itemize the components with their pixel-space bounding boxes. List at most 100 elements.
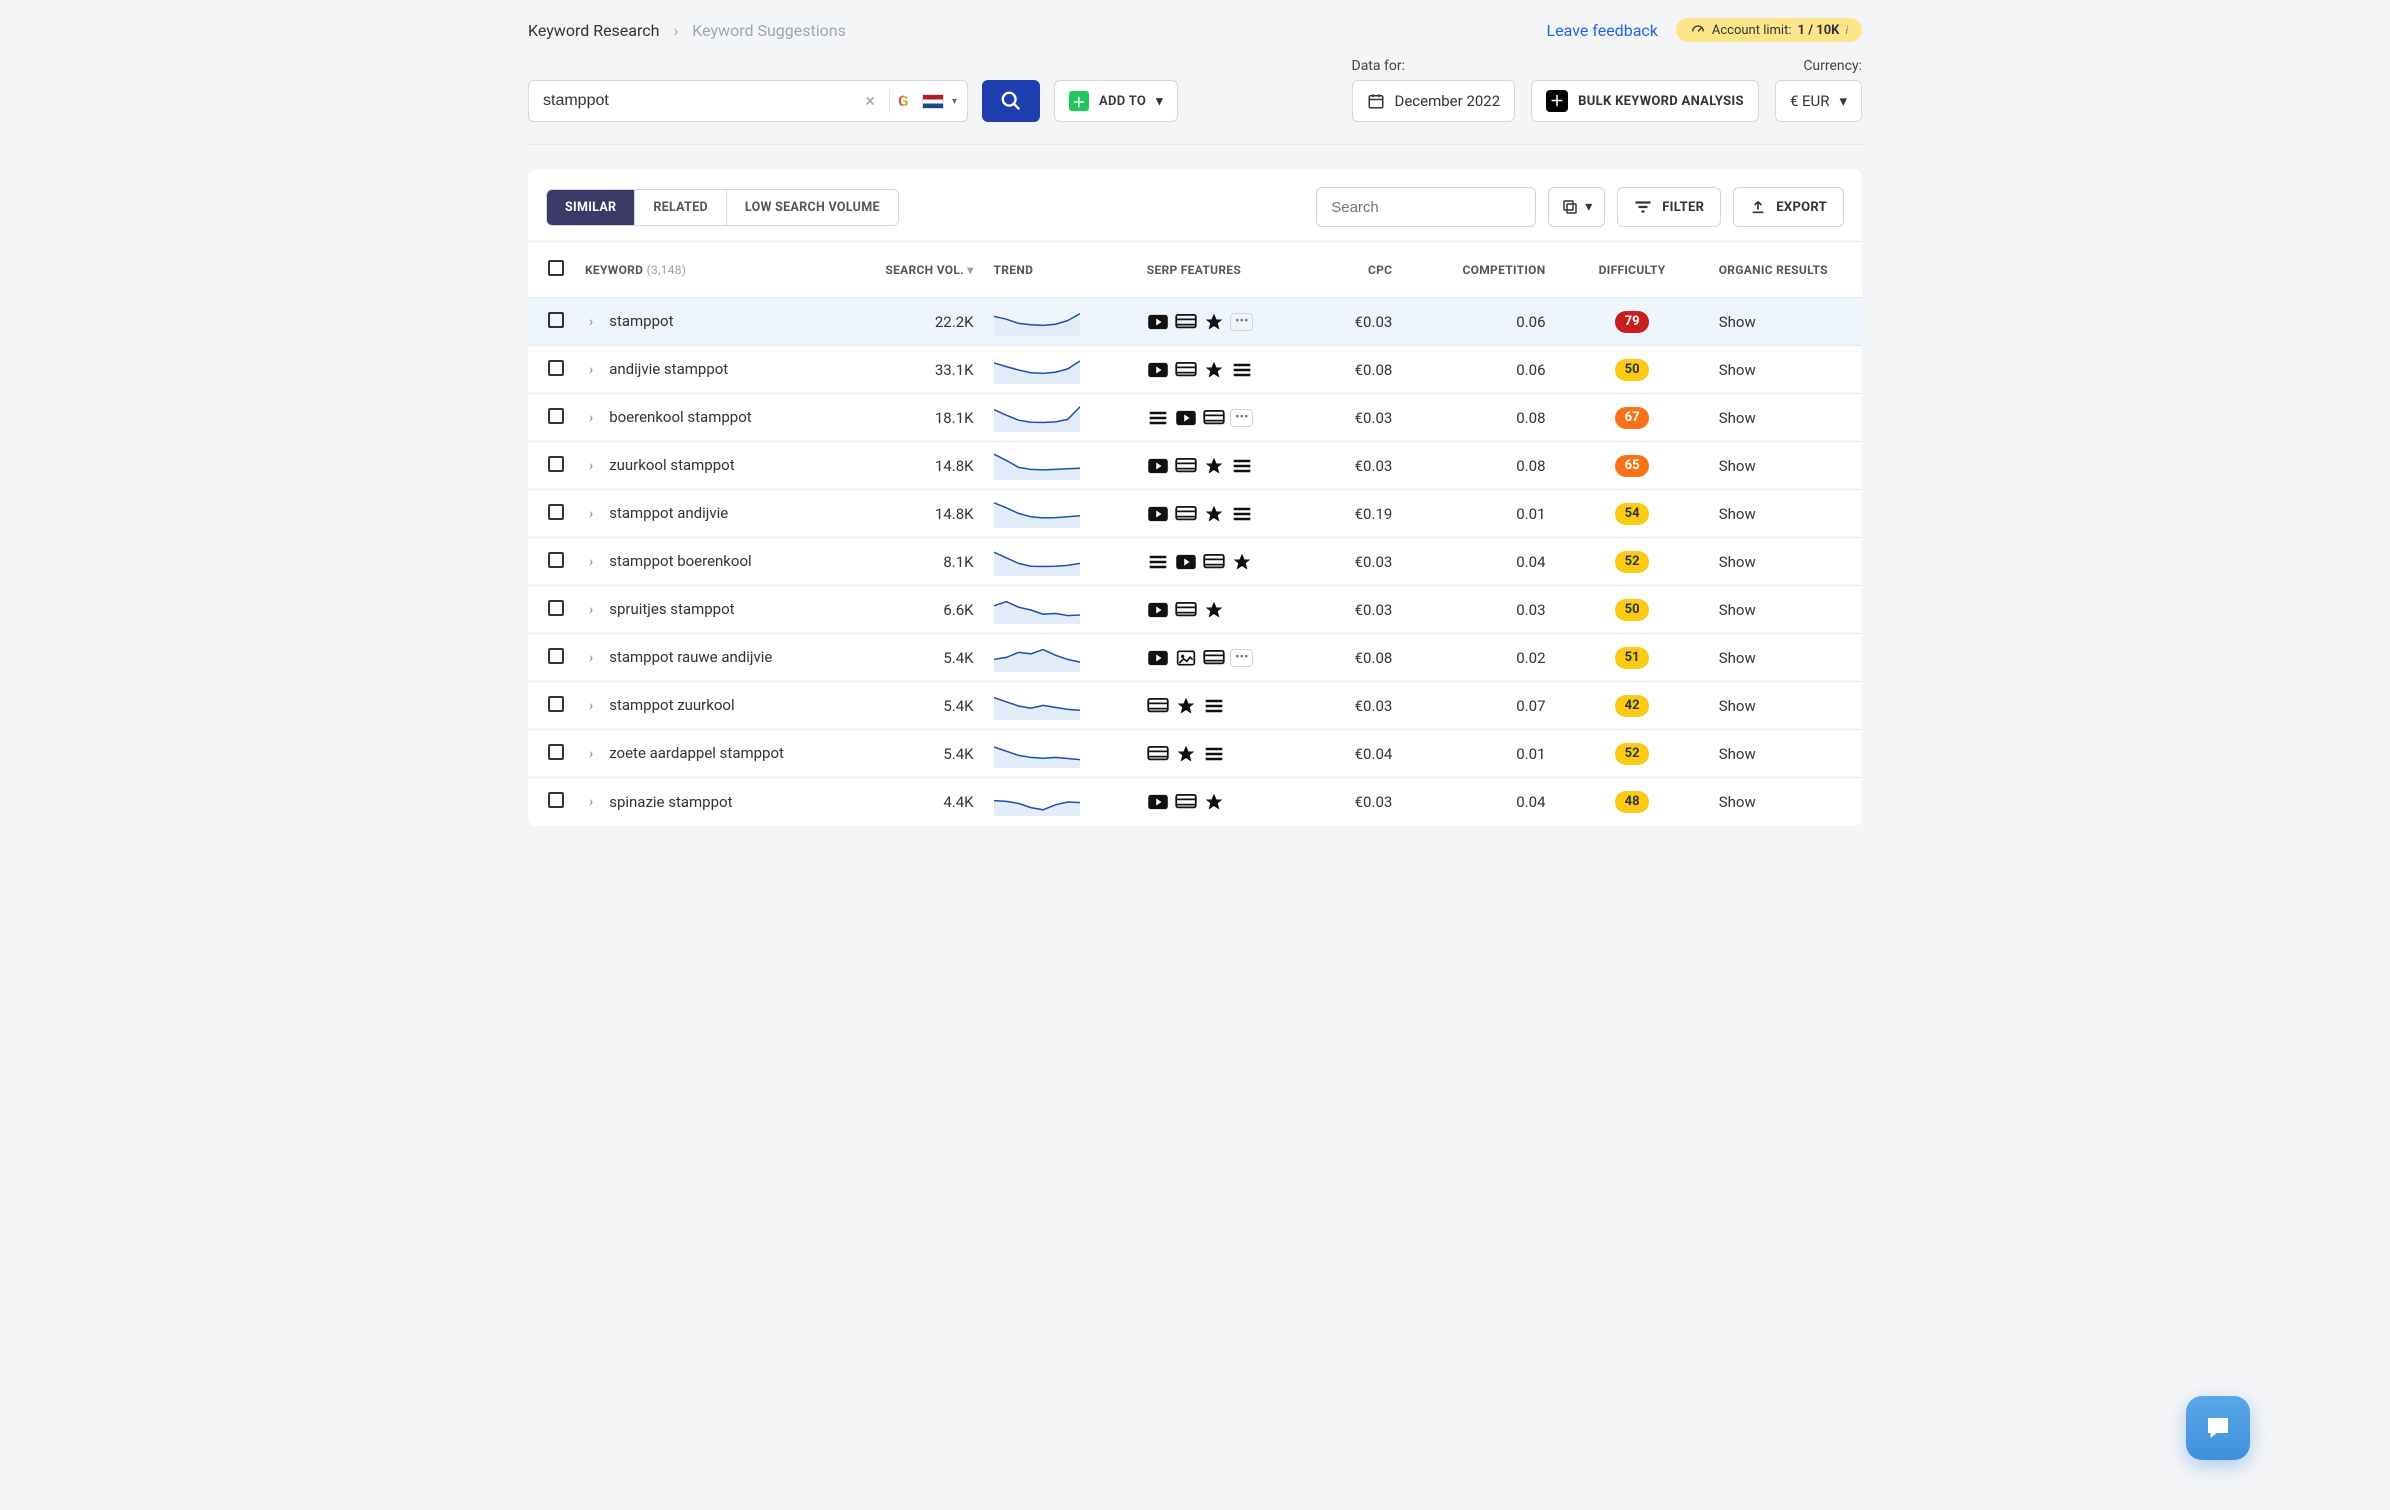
expand-row-icon[interactable]: › xyxy=(585,410,597,426)
tab-related[interactable]: RELATED xyxy=(635,190,727,225)
serp-card-icon[interactable] xyxy=(1175,313,1197,331)
tab-low-volume[interactable]: LOW SEARCH VOLUME xyxy=(727,190,898,225)
trend-sparkline[interactable] xyxy=(994,500,1127,528)
row-checkbox[interactable] xyxy=(548,360,564,376)
filter-button[interactable]: FILTER xyxy=(1617,187,1721,227)
expand-row-icon[interactable]: › xyxy=(585,794,597,810)
trend-sparkline[interactable] xyxy=(994,452,1127,480)
show-organic-link[interactable]: Show xyxy=(1719,361,1756,379)
serp-video-icon[interactable] xyxy=(1175,553,1197,571)
row-checkbox[interactable] xyxy=(548,552,564,568)
trend-sparkline[interactable] xyxy=(994,548,1127,576)
serp-list-icon[interactable] xyxy=(1147,409,1169,427)
col-competition[interactable]: COMPETITION xyxy=(1463,263,1546,277)
serp-star-icon[interactable] xyxy=(1203,457,1225,475)
serp-card-icon[interactable] xyxy=(1147,697,1169,715)
serp-list-icon[interactable] xyxy=(1231,361,1253,379)
select-all-checkbox[interactable] xyxy=(548,260,564,276)
col-organic[interactable]: ORGANIC RESULTS xyxy=(1719,263,1828,277)
serp-star-icon[interactable] xyxy=(1203,361,1225,379)
bulk-analysis-button[interactable]: ＋ BULK KEYWORD ANALYSIS xyxy=(1531,80,1759,122)
keyword-label[interactable]: spinazie stamppot xyxy=(609,794,732,811)
col-keyword[interactable]: KEYWORD xyxy=(585,263,643,277)
row-checkbox[interactable] xyxy=(548,504,564,520)
expand-row-icon[interactable]: › xyxy=(585,650,597,666)
show-organic-link[interactable]: Show xyxy=(1719,793,1756,811)
serp-list-icon[interactable] xyxy=(1203,697,1225,715)
keyword-label[interactable]: stamppot zuurkool xyxy=(609,697,734,714)
serp-card-icon[interactable] xyxy=(1203,409,1225,427)
serp-card-icon[interactable] xyxy=(1203,553,1225,571)
expand-row-icon[interactable]: › xyxy=(585,554,597,570)
tab-similar[interactable]: SIMILAR xyxy=(547,190,635,225)
show-organic-link[interactable]: Show xyxy=(1719,745,1756,763)
serp-video-icon[interactable] xyxy=(1147,457,1169,475)
serp-star-icon[interactable] xyxy=(1203,505,1225,523)
row-checkbox[interactable] xyxy=(548,648,564,664)
trend-sparkline[interactable] xyxy=(994,740,1127,768)
show-organic-link[interactable]: Show xyxy=(1719,649,1756,667)
row-checkbox[interactable] xyxy=(548,744,564,760)
expand-row-icon[interactable]: › xyxy=(585,602,597,618)
trend-sparkline[interactable] xyxy=(994,356,1127,384)
serp-video-icon[interactable] xyxy=(1147,601,1169,619)
expand-row-icon[interactable]: › xyxy=(585,506,597,522)
serp-star-icon[interactable] xyxy=(1203,601,1225,619)
serp-card-icon[interactable] xyxy=(1203,649,1225,667)
serp-star-icon[interactable] xyxy=(1203,313,1225,331)
keyword-label[interactable]: stamppot boerenkool xyxy=(609,553,751,570)
row-checkbox[interactable] xyxy=(548,456,564,472)
serp-video-icon[interactable] xyxy=(1147,505,1169,523)
show-organic-link[interactable]: Show xyxy=(1719,505,1756,523)
col-cpc[interactable]: CPC xyxy=(1368,263,1392,277)
copy-button[interactable]: ▾ xyxy=(1548,187,1605,227)
table-search-field[interactable] xyxy=(1316,187,1536,227)
serp-card-icon[interactable] xyxy=(1175,457,1197,475)
search-engine-select[interactable]: ▾ xyxy=(898,92,957,110)
keyword-search-box[interactable]: × ▾ xyxy=(528,80,968,122)
serp-video-icon[interactable] xyxy=(1147,649,1169,667)
show-organic-link[interactable]: Show xyxy=(1719,409,1756,427)
keyword-input[interactable] xyxy=(543,92,859,110)
serp-more-icon[interactable]: ••• xyxy=(1231,409,1253,427)
show-organic-link[interactable]: Show xyxy=(1719,313,1756,331)
show-organic-link[interactable]: Show xyxy=(1719,457,1756,475)
row-checkbox[interactable] xyxy=(548,312,564,328)
serp-video-icon[interactable] xyxy=(1147,361,1169,379)
serp-card-icon[interactable] xyxy=(1147,745,1169,763)
trend-sparkline[interactable] xyxy=(994,308,1127,336)
serp-star-icon[interactable] xyxy=(1175,697,1197,715)
expand-row-icon[interactable]: › xyxy=(585,746,597,762)
currency-selector[interactable]: € EUR ▾ xyxy=(1775,80,1862,122)
serp-more-icon[interactable]: ••• xyxy=(1231,649,1253,667)
keyword-label[interactable]: boerenkool stamppot xyxy=(609,409,751,426)
serp-card-icon[interactable] xyxy=(1175,361,1197,379)
serp-list-icon[interactable] xyxy=(1231,457,1253,475)
date-selector[interactable]: December 2022 xyxy=(1352,80,1516,122)
serp-image-icon[interactable] xyxy=(1175,649,1197,667)
trend-sparkline[interactable] xyxy=(994,644,1127,672)
clear-icon[interactable]: × xyxy=(859,91,881,112)
show-organic-link[interactable]: Show xyxy=(1719,601,1756,619)
keyword-label[interactable]: stamppot rauwe andijvie xyxy=(609,649,772,666)
add-to-button[interactable]: ＋ ADD TO ▾ xyxy=(1054,80,1178,122)
show-organic-link[interactable]: Show xyxy=(1719,697,1756,715)
serp-list-icon[interactable] xyxy=(1203,745,1225,763)
serp-list-icon[interactable] xyxy=(1231,505,1253,523)
row-checkbox[interactable] xyxy=(548,792,564,808)
serp-video-icon[interactable] xyxy=(1147,793,1169,811)
serp-card-icon[interactable] xyxy=(1175,601,1197,619)
keyword-label[interactable]: stamppot xyxy=(609,313,673,330)
expand-row-icon[interactable]: › xyxy=(585,362,597,378)
serp-video-icon[interactable] xyxy=(1175,409,1197,427)
expand-row-icon[interactable]: › xyxy=(585,698,597,714)
export-button[interactable]: EXPORT xyxy=(1733,187,1844,227)
keyword-label[interactable]: andijvie stamppot xyxy=(609,361,728,378)
serp-card-icon[interactable] xyxy=(1175,793,1197,811)
serp-video-icon[interactable] xyxy=(1147,313,1169,331)
row-checkbox[interactable] xyxy=(548,600,564,616)
breadcrumb-root[interactable]: Keyword Research xyxy=(528,21,659,40)
keyword-label[interactable]: zoete aardappel stamppot xyxy=(609,745,784,762)
serp-star-icon[interactable] xyxy=(1231,553,1253,571)
row-checkbox[interactable] xyxy=(548,696,564,712)
